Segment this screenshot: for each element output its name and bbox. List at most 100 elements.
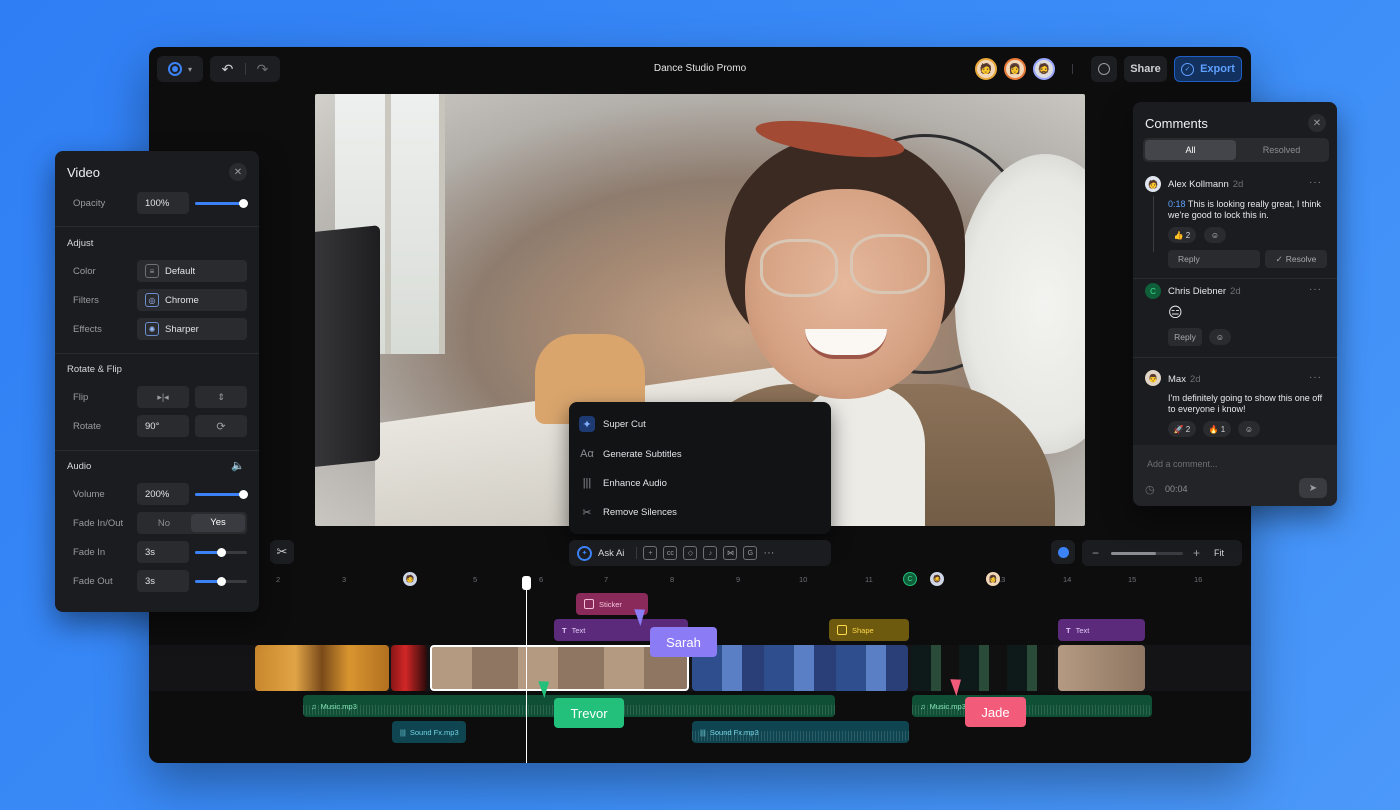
fade-yes-option[interactable]: Yes [191, 514, 245, 532]
add-reaction-button[interactable]: ☺ [1209, 329, 1231, 345]
collaborator-marker[interactable]: 🧑 [403, 572, 417, 586]
split-clip-button[interactable]: ✂ [270, 540, 294, 564]
collaborator-avatar-1[interactable]: 🧑 [975, 58, 997, 80]
project-title: Dance Studio Promo [653, 63, 747, 74]
rotate-input[interactable]: 90° [137, 415, 189, 437]
cursor-label-jade: Jade [965, 697, 1026, 727]
zoom-slider[interactable] [1111, 551, 1184, 555]
speaker-icon[interactable]: 🔈 [231, 459, 245, 472]
text-clip-2[interactable]: T Text [1058, 619, 1145, 641]
fade-in-slider[interactable] [195, 548, 247, 557]
rotate-icon: ⟳ [216, 420, 226, 433]
color-select[interactable]: ≡ Default [137, 260, 247, 282]
gif-icon[interactable]: G [743, 546, 758, 560]
collaborator-marker[interactable]: C [903, 572, 917, 586]
sfx-clip-1[interactable]: ||| Sound Fx.mp3 [392, 721, 466, 743]
share-button[interactable]: Share [1124, 56, 1167, 82]
clock-icon[interactable]: ◷ [1145, 483, 1155, 496]
comment-options-icon[interactable]: ··· [1309, 372, 1322, 383]
fade-out-input[interactable]: 3s [137, 570, 189, 592]
shape-clip[interactable]: Shape [829, 619, 909, 641]
add-reaction-button[interactable]: ☺ [1204, 227, 1226, 243]
opacity-slider[interactable] [195, 199, 248, 208]
opacity-slider-knob[interactable] [238, 199, 248, 208]
ask-ai-button[interactable]: Ask Ai [598, 548, 624, 559]
volume-slider[interactable] [195, 490, 248, 499]
audio-waveform [692, 731, 909, 741]
reaction-fire[interactable]: 🔥 1 [1203, 421, 1231, 437]
comment-timestamp-link[interactable]: 0:18 [1168, 199, 1186, 209]
send-comment-button[interactable]: ➤ [1299, 478, 1327, 498]
video-clip-dance-2[interactable] [391, 645, 427, 691]
collaborator-marker[interactable]: 🧔 [930, 572, 944, 586]
reply-button[interactable]: Reply [1168, 328, 1202, 346]
fade-in-input[interactable]: 3s [137, 541, 189, 563]
fade-inout-label: Fade In/Out [73, 518, 124, 529]
volume-slider-knob[interactable] [238, 490, 248, 499]
comments-toggle-button[interactable] [1091, 56, 1117, 82]
tab-resolved[interactable]: Resolved [1236, 140, 1327, 160]
flip-horizontal-button[interactable]: ▸|◂ [137, 386, 189, 408]
video-clip-blue[interactable] [692, 645, 908, 691]
reaction-rocket[interactable]: 🚀 2 [1168, 421, 1196, 437]
transition-icon[interactable]: ⋈ [723, 546, 738, 560]
video-clip-dance-1[interactable] [255, 645, 389, 691]
add-icon[interactable]: + [643, 546, 658, 560]
collaborator-avatar-2[interactable]: 👩 [1004, 58, 1026, 80]
reaction-thumbs-up[interactable]: 👍 2 [1168, 227, 1196, 243]
effects-select[interactable]: ✺ Sharper [137, 318, 247, 340]
volume-input[interactable]: 200% [137, 483, 189, 505]
export-button[interactable]: ✓ Export [1174, 56, 1242, 82]
fade-in-slider-knob[interactable] [216, 548, 226, 557]
profile-button[interactable] [1051, 540, 1075, 564]
sfx-clip-2[interactable]: ||| Sound Fx.mp3 [692, 721, 909, 743]
resolve-button[interactable]: ✓ Resolve [1265, 250, 1327, 268]
menu-item-super-cut[interactable]: ✦ Super Cut [579, 416, 646, 432]
menu-item-generate-subtitles[interactable]: Aα Generate Subtitles [579, 446, 682, 462]
ai-spark-icon[interactable]: ✦ [577, 545, 592, 561]
zoom-in-icon[interactable]: + [1193, 546, 1200, 560]
reply-button[interactable]: Reply [1168, 250, 1260, 268]
timeline-ruler[interactable]: 2 3 5 6 7 8 9 10 11 13 14 15 16 🧑 C 🧔 👩 [259, 572, 1249, 588]
subtitles-icon[interactable]: cc [663, 546, 678, 560]
shapes-icon[interactable]: ◇ [683, 546, 698, 560]
opacity-slider-fill [195, 202, 243, 205]
cursor-label-sarah: Sarah [650, 627, 717, 657]
sticker-icon [584, 599, 594, 609]
comment-options-icon[interactable]: ··· [1309, 177, 1322, 188]
comment-options-icon[interactable]: ··· [1309, 284, 1322, 295]
fade-out-slider[interactable] [195, 577, 247, 586]
fade-out-slider-knob[interactable] [216, 577, 226, 586]
video-clip-dark[interactable] [911, 645, 1055, 691]
smiley-icon: ☺ [1210, 230, 1220, 240]
rotate-button[interactable]: ⟳ [195, 415, 247, 437]
playhead-handle[interactable] [522, 576, 531, 590]
volume-label: Volume [73, 489, 105, 500]
music-icon[interactable]: ♪ [703, 546, 718, 560]
video-settings-panel: Video ✕ Opacity 100% Adjust Color ≡ Defa… [55, 151, 259, 612]
flip-vertical-button[interactable]: ⇕ [195, 386, 247, 408]
zoom-out-icon[interactable]: − [1092, 546, 1099, 560]
comment-time: 2d [1232, 179, 1244, 190]
add-reaction-button[interactable]: ☺ [1238, 421, 1260, 437]
video-clip-portrait[interactable] [1058, 645, 1145, 691]
comment-input[interactable]: Add a comment... [1147, 459, 1218, 469]
comment-author: Max 2d [1168, 374, 1201, 385]
fade-no-option[interactable]: No [137, 518, 191, 529]
music-clip-2[interactable]: ♫ Music.mp3 [912, 695, 1152, 717]
menu-item-enhance-audio[interactable]: ||| Enhance Audio [579, 475, 667, 491]
close-comments-button[interactable]: ✕ [1308, 114, 1326, 132]
comments-panel: Comments ✕ All Resolved 🧑 Alex Kollmann 2… [1133, 102, 1337, 506]
more-icon[interactable]: ··· [763, 547, 774, 559]
menu-item-remove-silences[interactable]: ✂ Remove Silences [579, 504, 677, 520]
collaborator-marker[interactable]: 👩 [986, 572, 1000, 586]
ruler-tick: 14 [1063, 575, 1072, 584]
opacity-input[interactable]: 100% [137, 192, 189, 214]
close-panel-button[interactable]: ✕ [229, 163, 247, 181]
filters-select[interactable]: ◎ Chrome [137, 289, 247, 311]
audio-wave-icon: ||| [582, 477, 592, 489]
collaborator-avatar-3[interactable]: 🧔 [1033, 58, 1055, 80]
comment-time-input[interactable]: 00:04 [1165, 484, 1188, 494]
zoom-fit-button[interactable]: Fit [1214, 548, 1224, 558]
tab-all[interactable]: All [1145, 140, 1236, 160]
